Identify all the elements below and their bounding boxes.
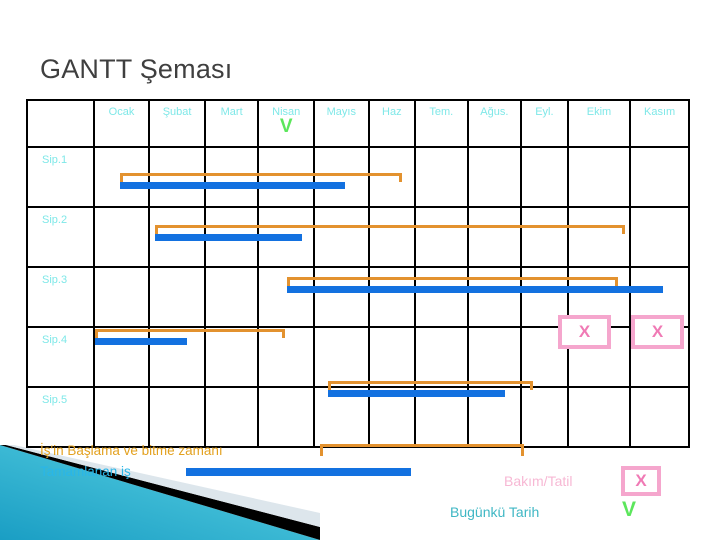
month-label: Haz: [382, 106, 402, 118]
cell: [520, 206, 569, 268]
header-month-ekim: Ekim: [566, 99, 632, 148]
cell: [629, 326, 690, 388]
month-label: Mayıs: [326, 106, 356, 118]
cell: [148, 326, 206, 388]
cell: [313, 266, 370, 328]
cell: [203, 326, 260, 388]
cell: [203, 146, 260, 208]
cell: [148, 146, 206, 208]
today-date-marker-icon: V: [279, 116, 293, 137]
cell: [414, 386, 469, 448]
header-month-ocak: Ocak: [92, 99, 151, 148]
cell: [414, 266, 469, 328]
cell: [629, 386, 690, 448]
cell: [257, 386, 315, 448]
header-month-kasim: Kasım: [629, 99, 690, 148]
cell: [520, 326, 569, 388]
cell: [92, 326, 151, 388]
table-header-row: Ocak Şubat Mart Nisan V Mayıs Haz Tem. A…: [26, 99, 690, 148]
cell: [203, 206, 260, 268]
cell: [367, 266, 417, 328]
cell: [257, 146, 315, 208]
gantt-table: Ocak Şubat Mart Nisan V Mayıs Haz Tem. A…: [26, 99, 690, 448]
cell: [92, 146, 151, 208]
month-label: Ağus.: [480, 106, 509, 118]
legend-maintenance-label: Bakım/Tatil: [504, 473, 573, 489]
cell: [629, 206, 690, 268]
header-corner-cell: [26, 99, 95, 148]
row-label-sip4: Sip.4: [26, 326, 95, 388]
cell: [257, 206, 315, 268]
month-label: Mart: [220, 106, 243, 118]
cell: [313, 386, 370, 448]
month-label: Ekim: [586, 106, 612, 118]
cell: [466, 326, 523, 388]
row-label-sip3: Sip.3: [26, 266, 95, 328]
cell: [466, 206, 523, 268]
header-month-haz: Haz: [367, 99, 417, 148]
cell: [367, 326, 417, 388]
cell: [148, 386, 206, 448]
header-month-nisan: Nisan V: [257, 99, 315, 148]
row-label-sip5: Sip.5: [26, 386, 95, 448]
table-row: Sip.5: [26, 386, 690, 448]
cell: [520, 146, 569, 208]
cell: [520, 386, 569, 448]
row-label-sip1: Sip.1: [26, 146, 95, 208]
cell: [92, 386, 151, 448]
legend-start-end-label: İş'in Başlama ve bitme zamanı: [40, 443, 223, 458]
table-row: Sip.3: [26, 266, 690, 328]
cell: [466, 386, 523, 448]
cell: [414, 146, 469, 208]
cell: [466, 266, 523, 328]
header-month-mayis: Mayıs: [313, 99, 370, 148]
cell: [414, 206, 469, 268]
legend-today-label: Bugünkü Tarih: [450, 504, 540, 520]
month-label: Eyl.: [535, 106, 554, 118]
legend-planned-bracket-icon: [320, 444, 524, 456]
table-row: Sip.1: [26, 146, 690, 208]
cell: [566, 326, 632, 388]
cell: [92, 206, 151, 268]
month-label: Ocak: [108, 106, 135, 118]
legend-completed-label: Tamamlanan iş: [40, 464, 131, 479]
cell: [629, 266, 690, 328]
cell: [313, 326, 370, 388]
cell: [203, 266, 260, 328]
cell: [520, 266, 569, 328]
cell: [257, 266, 315, 328]
cell: [629, 146, 690, 208]
month-label: Tem.: [429, 106, 454, 118]
cell: [257, 326, 315, 388]
cell: [313, 206, 370, 268]
cell: [566, 386, 632, 448]
cell: [367, 146, 417, 208]
page-title: GANTT Şeması: [40, 54, 233, 84]
legend-today-v-icon: V: [622, 498, 637, 521]
cell: [414, 326, 469, 388]
month-label: Kasım: [644, 106, 676, 118]
cell: [203, 386, 260, 448]
header-month-subat: Şubat: [148, 99, 206, 148]
table-row: Sip.2: [26, 206, 690, 268]
cell: [367, 386, 417, 448]
header-month-tem: Tem.: [414, 99, 469, 148]
cell: [313, 146, 370, 208]
cell: [566, 146, 632, 208]
cell: [148, 266, 206, 328]
header-month-eyl: Eyl.: [520, 99, 569, 148]
cell: [566, 206, 632, 268]
header-month-mart: Mart: [203, 99, 260, 148]
row-label-sip2: Sip.2: [26, 206, 95, 268]
legend-completed-bar-icon: [186, 468, 411, 476]
cell: [466, 146, 523, 208]
cell: [92, 266, 151, 328]
table-row: Sip.4: [26, 326, 690, 388]
month-label: Şubat: [162, 106, 192, 118]
header-month-agus: Ağus.: [466, 99, 523, 148]
legend-maintenance-x-icon: X: [621, 466, 661, 496]
cell: [566, 266, 632, 328]
cell: [367, 206, 417, 268]
cell: [148, 206, 206, 268]
